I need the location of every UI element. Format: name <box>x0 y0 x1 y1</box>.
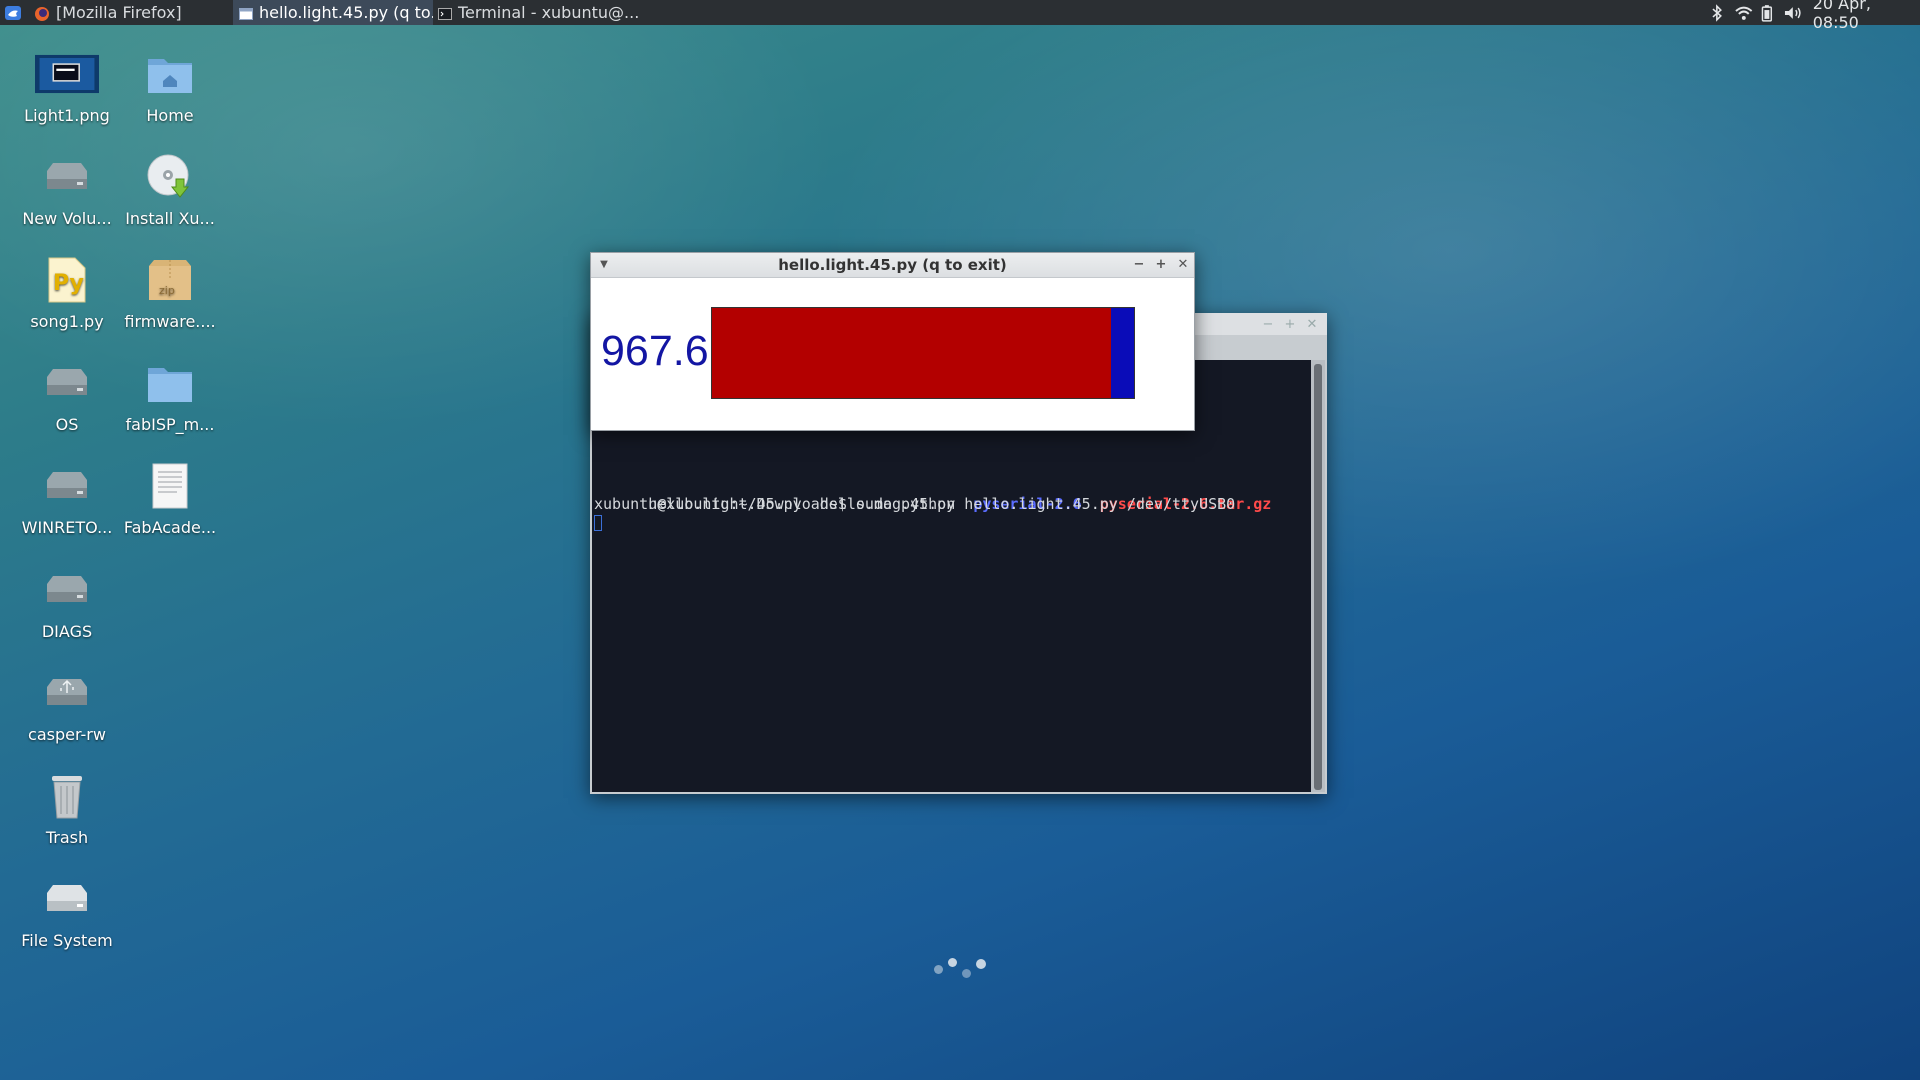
terminal-cursor <box>594 515 602 531</box>
taskbar-terminal[interactable]: Terminal - xubuntu@... <box>438 0 638 25</box>
volume-icon[interactable] <box>1783 5 1803 21</box>
desktop-icon-fabacademy[interactable]: FabAcade... <box>118 458 222 537</box>
desktop-icon-home[interactable]: Home <box>118 46 222 125</box>
close-icon[interactable]: ✕ <box>1174 253 1192 277</box>
drive-icon <box>47 369 87 395</box>
desktop-icon-label: Light1.png <box>24 106 110 125</box>
install-disc-icon <box>147 154 190 198</box>
desktop-icon-firmware[interactable]: zip firmware.... <box>118 252 222 331</box>
desktop-icon-label: firmware.... <box>124 312 216 331</box>
taskbar-light-window[interactable]: hello.light.45.py (q to... <box>233 0 433 25</box>
light-level-bar <box>711 307 1135 399</box>
desktop-icon-os[interactable]: OS <box>15 355 119 434</box>
python-file-icon: Py <box>48 257 86 303</box>
desktop-icon-label: Trash <box>45 828 89 847</box>
minimize-icon[interactable]: − <box>1259 313 1277 337</box>
desktop-icon-label: fabISP_m... <box>125 415 215 434</box>
desktop-icon-file-system[interactable]: File System <box>15 871 119 950</box>
desktop-icon-diags[interactable]: DIAGS <box>15 562 119 641</box>
firefox-icon <box>35 6 49 21</box>
taskbar-firefox-label: [Mozilla Firefox] <box>56 3 182 22</box>
applications-menu-button[interactable] <box>0 0 26 25</box>
svg-text:zip: zip <box>159 284 175 297</box>
drive-icon <box>47 885 87 911</box>
taskbar-firefox[interactable]: [Mozilla Firefox] <box>34 0 224 25</box>
desktop-icon-fabisp[interactable]: fabISP_m... <box>118 355 222 434</box>
svg-text:Py: Py <box>53 271 84 296</box>
image-file-icon <box>35 54 99 94</box>
close-icon[interactable]: ✕ <box>1303 313 1321 337</box>
light-window-titlebar[interactable]: ▼ hello.light.45.py (q to exit) − + ✕ <box>591 253 1194 278</box>
desktop-icon-label: File System <box>21 931 113 950</box>
drive-icon <box>47 472 87 498</box>
desktop-icon-casper-rw[interactable]: casper-rw <box>15 665 119 744</box>
desktop-icon-winreto[interactable]: WINRETO... <box>15 458 119 537</box>
loading-spinner <box>930 950 990 980</box>
desktop-icon-label: Home <box>146 106 194 125</box>
zip-archive-icon: zip <box>149 260 191 300</box>
window-menu-icon[interactable]: ▼ <box>595 253 613 277</box>
system-tray: 20 Apr, 08:50 <box>1710 0 1920 32</box>
folder-icon <box>148 368 192 402</box>
maximize-icon[interactable]: + <box>1281 313 1299 337</box>
desktop-icon-install-xubuntu[interactable]: Install Xu... <box>118 149 222 228</box>
desktop-icon-trash[interactable]: Trash <box>15 768 119 847</box>
drive-icon <box>47 576 87 602</box>
terminal-prompt-line: xubuntu@xubuntu:~/Downloads$ sudo python… <box>594 495 1236 513</box>
home-folder-icon <box>148 59 192 93</box>
desktop-icon-label: WINRETO... <box>21 518 113 537</box>
desktop-icon-label: FabAcade... <box>123 518 217 537</box>
desktop-icon-label: New Volu... <box>22 209 112 228</box>
terminal-scrollbar[interactable] <box>1311 360 1325 792</box>
wifi-icon[interactable] <box>1734 5 1754 21</box>
terminal-icon <box>438 7 452 20</box>
window-icon <box>239 7 253 20</box>
light-sensor-window[interactable]: ▼ hello.light.45.py (q to exit) − + ✕ 96… <box>590 252 1195 431</box>
desktop-icon-label: casper-rw <box>28 725 106 744</box>
xfce-logo-icon <box>5 5 21 20</box>
window-title: hello.light.45.py (q to exit) <box>778 256 1007 274</box>
usb-drive-icon <box>47 679 87 705</box>
maximize-icon[interactable]: + <box>1152 253 1170 277</box>
light-reading-value: 967.6 <box>601 327 709 375</box>
desktop-icon-label: Install Xu... <box>125 209 215 228</box>
document-icon <box>152 463 188 509</box>
desktop-icon-label: OS <box>55 415 79 434</box>
taskbar-light-label: hello.light.45.py (q to... <box>259 3 433 22</box>
desktop-icon-song1-py[interactable]: Py song1.py <box>15 252 119 331</box>
bluetooth-icon[interactable] <box>1710 3 1724 22</box>
clock[interactable]: 20 Apr, 08:50 <box>1813 0 1920 32</box>
desktop-icon-label: DIAGS <box>41 622 93 641</box>
desktop-icon-label: song1.py <box>30 312 104 331</box>
minimize-icon[interactable]: − <box>1130 253 1148 277</box>
light-level-bar-fill <box>712 308 1111 398</box>
top-panel: [Mozilla Firefox] hello.light.45.py (q t… <box>0 0 1920 32</box>
taskbar-terminal-label: Terminal - xubuntu@... <box>458 3 638 22</box>
battery-icon[interactable] <box>1761 4 1773 22</box>
trash-icon <box>52 776 82 819</box>
drive-icon <box>47 163 87 189</box>
desktop-icon-light1-png[interactable]: Light1.png <box>15 46 119 125</box>
desktop-icon-new-volume[interactable]: New Volu... <box>15 149 119 228</box>
